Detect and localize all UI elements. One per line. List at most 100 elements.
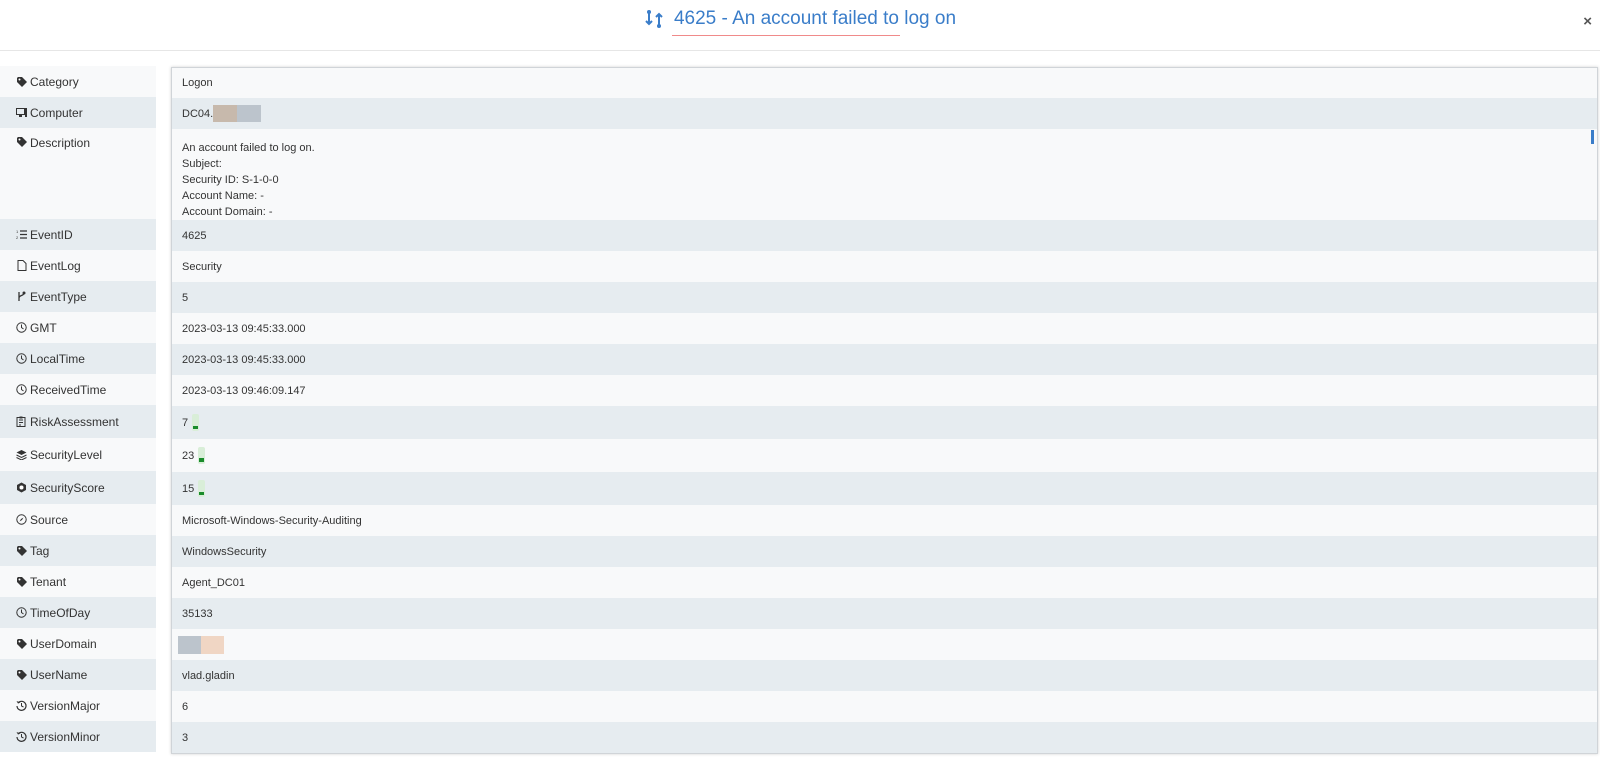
field-value-security-score: 15 xyxy=(172,472,1597,505)
redacted-block xyxy=(201,635,224,654)
field-value-text: Microsoft-Windows-Security-Auditing xyxy=(182,514,362,527)
field-value-text: 2023-03-13 09:46:09.147 xyxy=(182,384,306,397)
field-value-tag: WindowsSecurity xyxy=(172,536,1597,567)
field-label-text: Description xyxy=(30,136,91,150)
field-value-text: 15 xyxy=(182,482,195,495)
tag-icon xyxy=(17,137,27,147)
clock-icon xyxy=(16,607,27,618)
field-label-text: VersionMajor xyxy=(30,698,101,713)
field-value-text: 6 xyxy=(182,700,189,713)
field-label-computer: Computer xyxy=(0,97,156,128)
field-value-text: DC04. xyxy=(182,107,214,120)
field-label-tenant: Tenant xyxy=(0,566,156,597)
field-value-text: 7 xyxy=(182,416,189,429)
tag-icon xyxy=(17,577,27,587)
list-icon: 12 xyxy=(16,229,27,240)
field-value-text: Agent_DC01 xyxy=(182,576,245,589)
score-meter-fill xyxy=(199,492,205,495)
field-label-text: Tag xyxy=(30,543,50,558)
description-line: Account Name: - xyxy=(182,190,264,202)
field-label-user-domain: UserDomain xyxy=(0,628,156,659)
description-line: Security ID: S-1-0-0 xyxy=(182,174,279,186)
field-value-source: Microsoft-Windows-Security-Auditing xyxy=(172,505,1597,536)
tag-icon xyxy=(17,670,27,680)
tag-icon xyxy=(17,546,27,556)
field-value-local-time: 2023-03-13 09:45:33.000 xyxy=(172,344,1597,375)
field-label-security-level: SecurityLevel xyxy=(0,438,156,471)
field-label-version-major: VersionMajor xyxy=(0,690,156,721)
field-value-received-time: 2023-03-13 09:46:09.147 xyxy=(172,375,1597,406)
description-line: Subject: xyxy=(182,158,222,170)
score-meter xyxy=(198,480,206,497)
tag-icon xyxy=(17,77,27,87)
field-value-text: WindowsSecurity xyxy=(182,545,267,558)
svg-text:2: 2 xyxy=(16,235,19,240)
field-value-text: 23 xyxy=(182,449,195,462)
field-label-text: LocalTime xyxy=(30,351,85,366)
svg-text:1: 1 xyxy=(16,229,19,234)
file-icon xyxy=(17,260,27,271)
field-label-text: RiskAssessment xyxy=(30,414,119,429)
clock-icon xyxy=(16,353,27,364)
field-value-event-type: 5 xyxy=(172,282,1597,313)
history-icon xyxy=(16,731,27,742)
field-value-event-log: Security xyxy=(172,251,1597,282)
field-label-gmt: GMT xyxy=(0,312,156,343)
score-meter-fill xyxy=(199,458,205,462)
field-value-computer: DC04. xyxy=(172,98,1597,129)
exchange-icon xyxy=(645,10,663,28)
redacted-block xyxy=(213,105,238,122)
field-label-text: SecurityLevel xyxy=(30,447,103,462)
field-label-description: Description xyxy=(0,128,156,219)
redacted-block xyxy=(178,635,201,654)
field-label-security-score: SecurityScore xyxy=(0,471,156,504)
field-label-version-minor: VersionMinor xyxy=(0,721,156,752)
field-label-text: Computer xyxy=(30,105,83,120)
score-meter-fill xyxy=(193,426,199,429)
field-value-tenant: Agent_DC01 xyxy=(172,567,1597,598)
field-label-text: Category xyxy=(30,74,79,89)
close-button[interactable]: × xyxy=(1583,13,1592,30)
field-label-text: EventType xyxy=(30,289,87,304)
field-label-risk-assessment: RiskAssessment xyxy=(0,405,156,438)
field-label-source: Source xyxy=(0,504,156,535)
field-label-text: TimeOfDay xyxy=(30,605,91,620)
layers-icon xyxy=(16,450,27,460)
field-value-text: 2023-03-13 09:45:33.000 xyxy=(182,353,306,366)
field-label-user-name: UserName xyxy=(0,659,156,690)
modal-header: 4625 - An account failed to log on × xyxy=(0,0,1600,51)
field-label-text: Source xyxy=(30,512,69,527)
field-value-text: 2023-03-13 09:45:33.000 xyxy=(182,322,306,335)
field-value-text: Security xyxy=(182,260,222,273)
field-value-text: 3 xyxy=(182,731,189,744)
field-label-event-type: EventType xyxy=(0,281,156,312)
field-value-text: 5 xyxy=(182,291,189,304)
hexagon-icon xyxy=(17,482,26,493)
field-value-text: 4625 xyxy=(182,229,207,242)
field-label-text: UserName xyxy=(30,667,88,682)
modal-title-text: 4625 - An account failed to log on xyxy=(673,8,957,29)
scrollbar[interactable] xyxy=(1591,130,1594,144)
field-label-local-time: LocalTime xyxy=(0,343,156,374)
field-value-security-level: 23 xyxy=(172,439,1597,472)
field-label-category: Category xyxy=(0,66,156,97)
clipboard-icon xyxy=(16,416,26,427)
tag-icon xyxy=(17,639,27,649)
field-label-text: EventLog xyxy=(30,258,81,273)
score-meter xyxy=(192,414,200,431)
field-label-text: VersionMinor xyxy=(30,729,101,744)
branch-icon xyxy=(18,291,26,301)
computer-icon xyxy=(16,108,27,117)
field-label-event-id: 1 2 EventID xyxy=(0,219,156,250)
field-value-gmt: 2023-03-13 09:45:33.000 xyxy=(172,313,1597,344)
description-line: An account failed to log on. xyxy=(182,142,315,154)
field-label-event-log: EventLog xyxy=(0,250,156,281)
field-label-text: Tenant xyxy=(30,574,67,589)
field-value-text: Logon xyxy=(182,77,213,89)
field-values: Logon DC04. An account failed to log on. Su… xyxy=(171,67,1598,754)
field-value-text: vlad.gladin xyxy=(182,669,235,682)
field-label-text: ReceivedTime xyxy=(30,382,107,397)
field-label-tag: Tag xyxy=(0,535,156,566)
field-value-text: 35133 xyxy=(182,607,213,620)
description-line: Account Domain: - xyxy=(182,206,273,218)
